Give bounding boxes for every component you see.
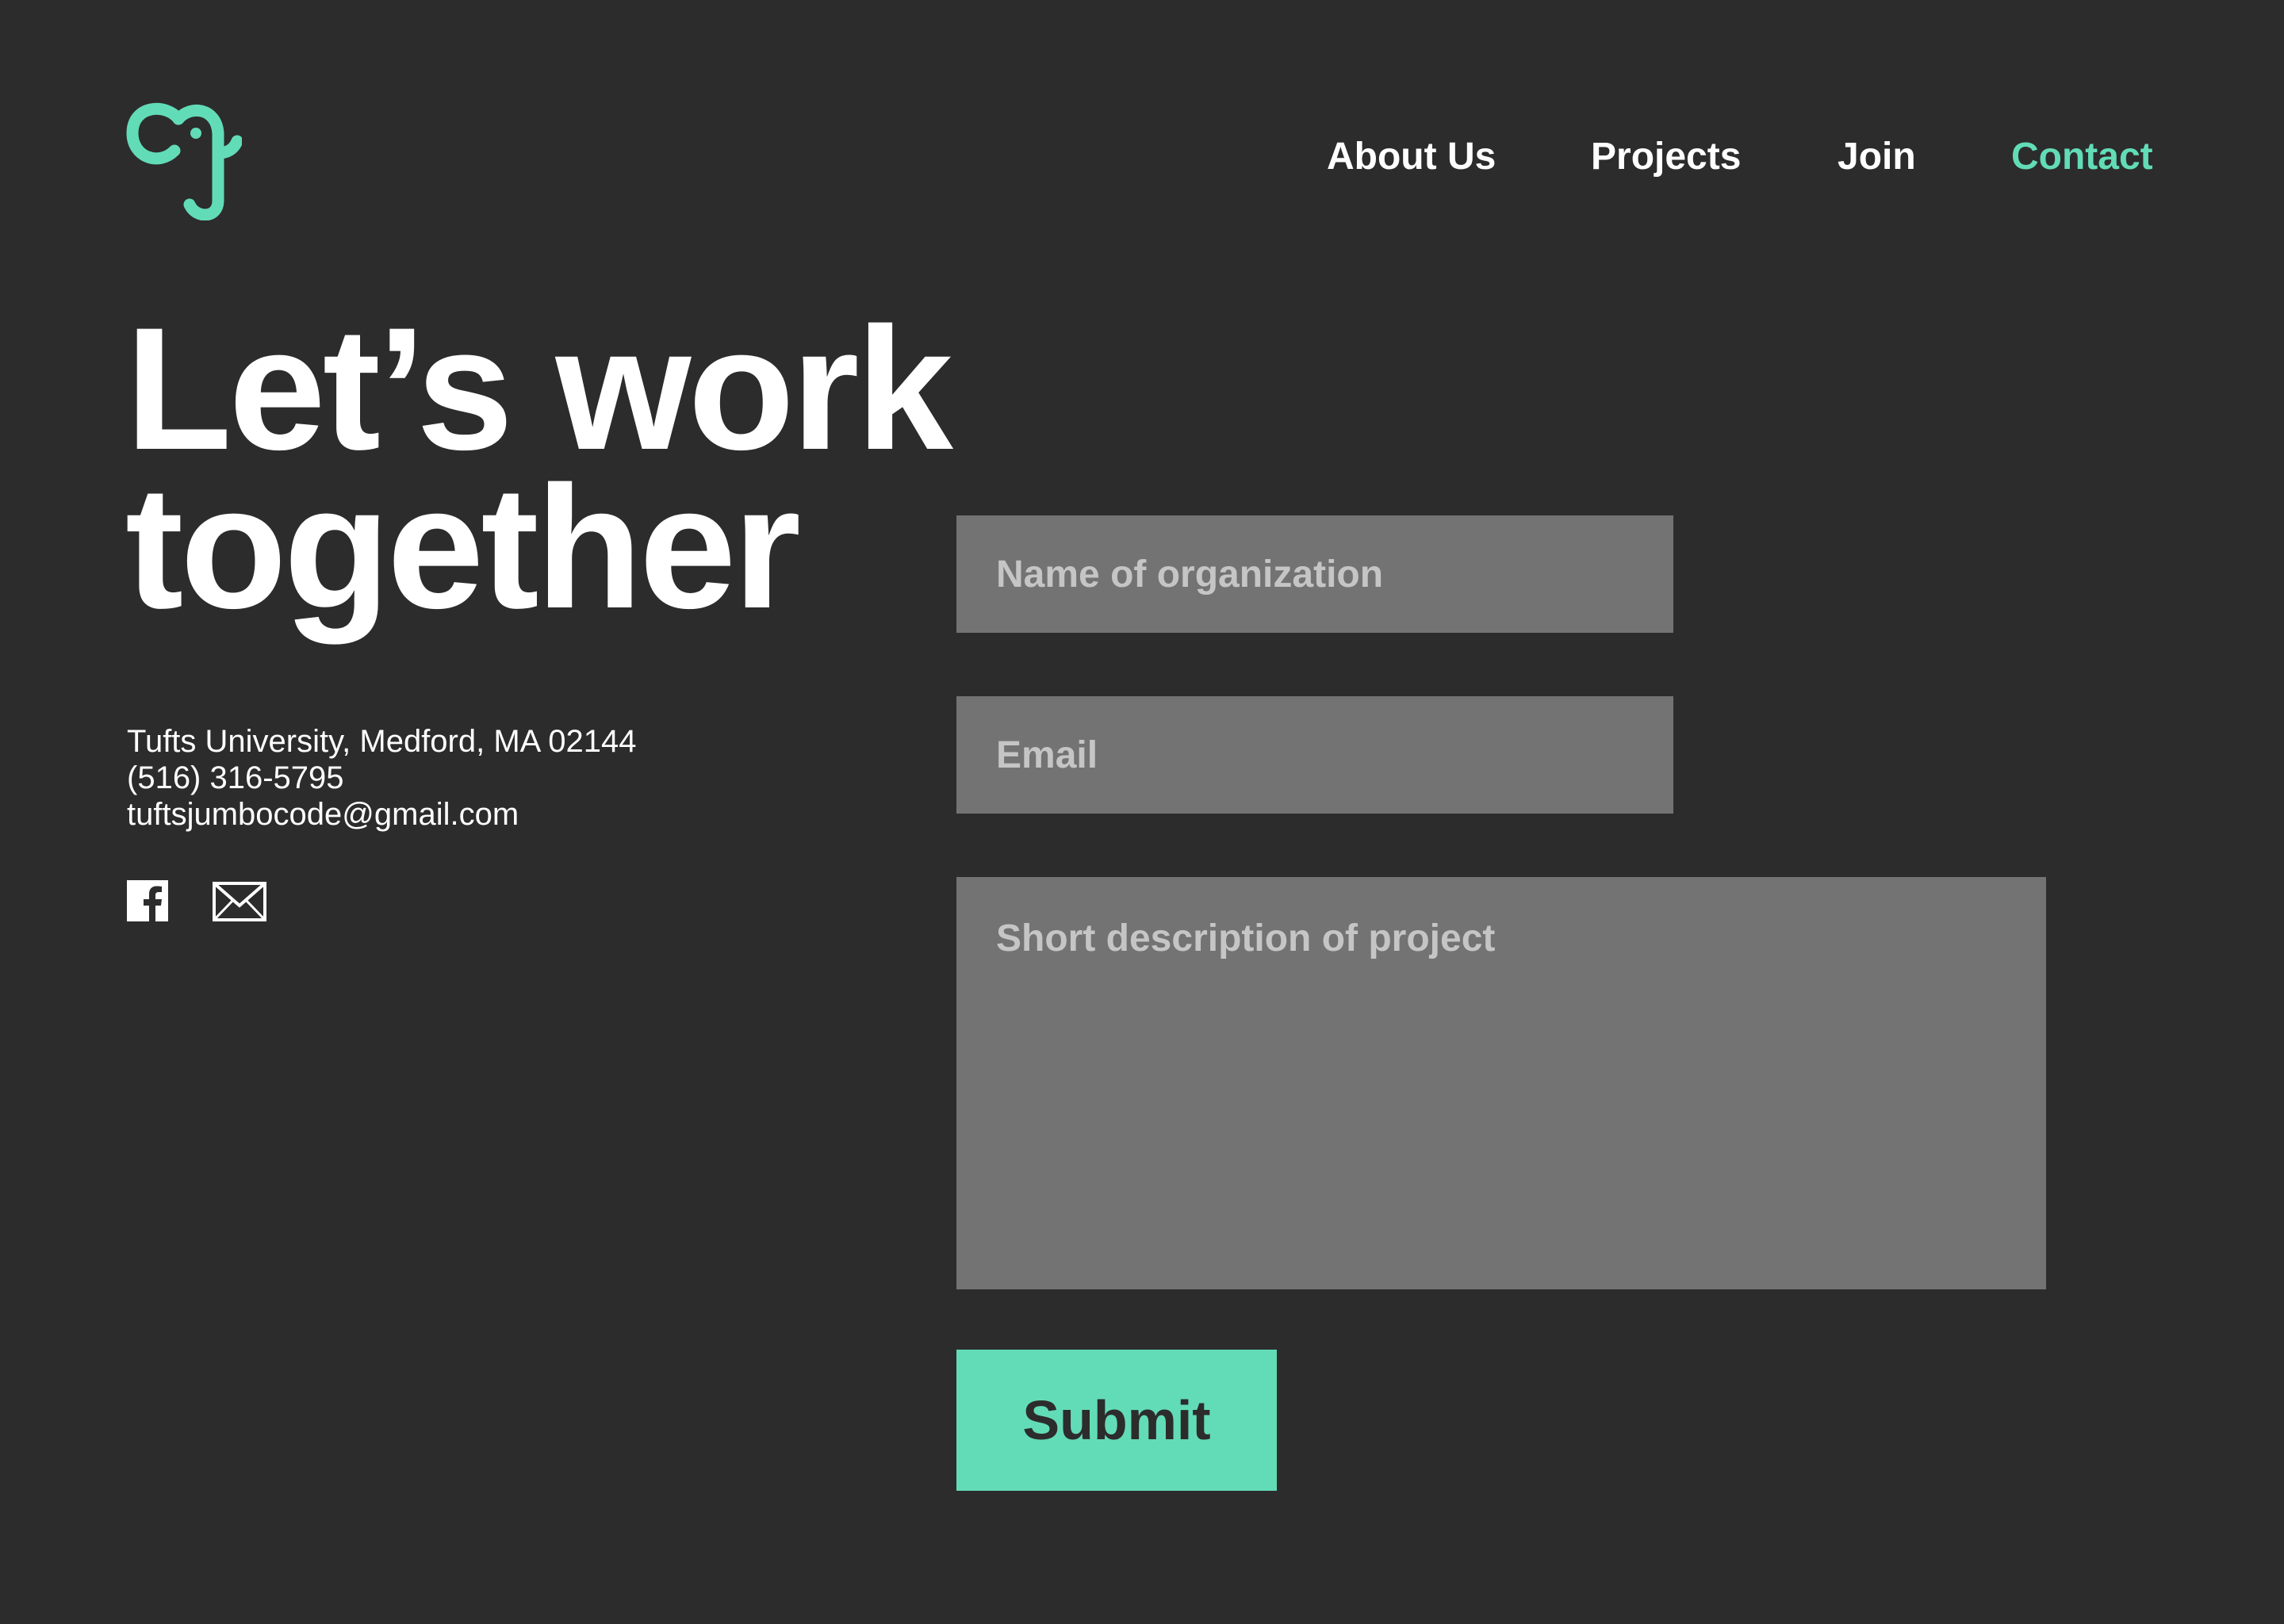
mail-icon[interactable] [213,882,266,921]
contact-info: Tufts University, Medford, MA 02144 (516… [127,723,636,833]
contact-email: tuftsjumbocode@gmail.com [127,797,519,832]
contact-address: Tufts University, Medford, MA 02144 [127,724,637,759]
page-title: Let’s work together [125,291,953,645]
nav-item-join[interactable]: Join [1838,133,1916,181]
project-description-textarea[interactable] [956,877,2046,1289]
contact-phone: (516) 316-5795 [127,760,344,795]
main-nav: About Us Projects Join Contact [0,133,2284,181]
email-input[interactable] [956,696,1673,814]
page-title-line-1: Let’s work [125,291,953,486]
facebook-icon[interactable] [127,880,168,921]
nav-item-contact[interactable]: Contact [2011,133,2153,181]
submit-button[interactable]: Submit [956,1350,1277,1491]
nav-item-projects[interactable]: Projects [1591,133,1741,181]
organization-name-input[interactable] [956,515,1673,633]
page-title-line-2: together [125,450,801,645]
nav-item-about-us[interactable]: About Us [1327,133,1496,181]
